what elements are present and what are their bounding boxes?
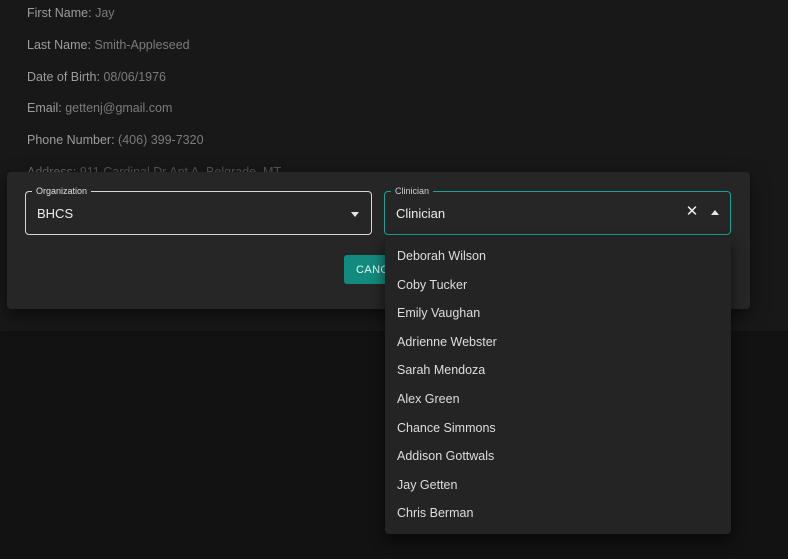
clinician-option[interactable]: Chris Berman bbox=[385, 499, 731, 528]
clinician-option[interactable]: Emily Vaughan bbox=[385, 299, 731, 328]
caret-down-icon[interactable] bbox=[351, 212, 359, 217]
clinician-label: Clinician bbox=[391, 185, 434, 197]
organization-select[interactable]: Organization BHCS bbox=[25, 185, 372, 235]
clinician-option[interactable]: Chance Simmons bbox=[385, 414, 731, 443]
detail-value: 08/06/1976 bbox=[103, 70, 166, 84]
detail-label: First Name: bbox=[27, 6, 92, 20]
clinician-option[interactable]: Adrienne Webster bbox=[385, 328, 731, 357]
close-icon[interactable]: ✕ bbox=[684, 203, 700, 221]
clinician-input-value[interactable]: Clinician bbox=[396, 206, 445, 221]
caret-up-icon[interactable] bbox=[711, 210, 719, 215]
detail-value: (406) 399-7320 bbox=[118, 133, 204, 147]
detail-email: Email: gettenj@gmail.com bbox=[27, 101, 172, 115]
clinician-select[interactable]: Clinician Clinician ✕ bbox=[384, 185, 731, 235]
detail-label: Date of Birth: bbox=[27, 70, 100, 84]
detail-value: Smith-Appleseed bbox=[94, 38, 190, 52]
detail-label: Last Name: bbox=[27, 38, 91, 52]
detail-label: Email: bbox=[27, 101, 62, 115]
clinician-option[interactable]: Addison Gottwals bbox=[385, 442, 731, 471]
detail-date-of-birth: Date of Birth: 08/06/1976 bbox=[27, 70, 166, 84]
clinician-option[interactable]: Deborah Wilson bbox=[385, 242, 731, 271]
organization-label: Organization bbox=[32, 185, 92, 197]
detail-label: Phone Number: bbox=[27, 133, 115, 147]
clinician-option[interactable]: Sarah Mendoza bbox=[385, 356, 731, 385]
clinician-option[interactable]: Alex Green bbox=[385, 385, 731, 414]
detail-value: Jay bbox=[95, 6, 115, 20]
clinician-option[interactable]: Coby Tucker bbox=[385, 271, 731, 300]
clinician-option[interactable]: Jay Getten bbox=[385, 471, 731, 500]
organization-value: BHCS bbox=[37, 206, 74, 221]
clinician-options-list: Deborah Wilson Coby Tucker Emily Vaughan… bbox=[385, 237, 731, 534]
detail-value: gettenj@gmail.com bbox=[65, 101, 173, 115]
detail-phone-number: Phone Number: (406) 399-7320 bbox=[27, 133, 204, 147]
detail-last-name: Last Name: Smith-Appleseed bbox=[27, 38, 190, 52]
detail-first-name: First Name: Jay bbox=[27, 6, 115, 20]
